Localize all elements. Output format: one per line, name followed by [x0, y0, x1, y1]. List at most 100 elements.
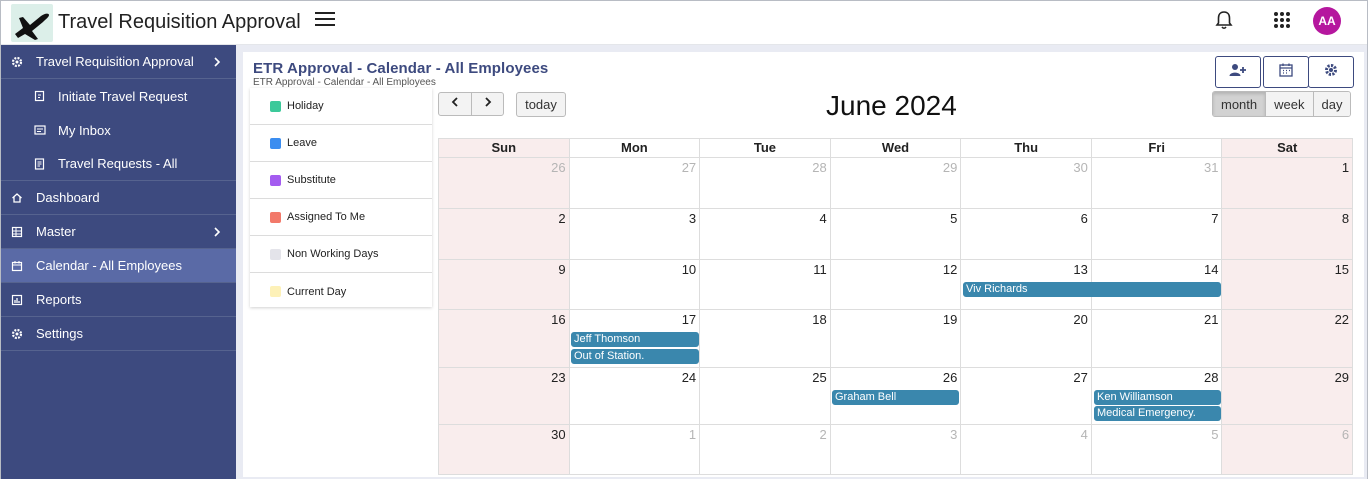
day-cell[interactable]: 4 [961, 425, 1092, 475]
day-cell[interactable]: 20 [961, 310, 1092, 368]
day-number: 28 [812, 160, 827, 175]
home-icon [11, 192, 23, 204]
page-title: ETR Approval - Calendar - All Employees [253, 60, 549, 77]
sidebar-item-travel-requests-all[interactable]: Travel Requests - All [1, 147, 236, 181]
day-cell[interactable]: 29 [830, 158, 962, 209]
sidebar: Travel Requisition Approval Initiate Tra… [1, 45, 236, 479]
day-cell[interactable]: 2 [700, 425, 831, 475]
day-number: 18 [812, 312, 827, 327]
legend-label: Holiday [287, 100, 324, 112]
calendar-event[interactable]: Graham Bell [832, 390, 959, 405]
day-cell[interactable]: 7 [1091, 209, 1223, 260]
week-row: 9 10 11 12 13 14 15 Viv Richards [439, 260, 1354, 310]
settings-button[interactable] [1308, 56, 1354, 88]
day-cell[interactable]: 31 [1091, 158, 1223, 209]
day-cell[interactable]: 19 [830, 310, 962, 368]
day-number: 15 [1334, 262, 1350, 277]
prev-month-button[interactable] [439, 93, 471, 115]
day-cell[interactable]: 1 [569, 425, 701, 475]
day-cell[interactable]: 5 [1091, 425, 1223, 475]
day-cell[interactable]: 16 [439, 310, 570, 368]
day-cell[interactable]: 10 [569, 260, 701, 310]
legend-label: Non Working Days [287, 248, 379, 260]
calendar-view-button[interactable] [1263, 56, 1309, 88]
chart-icon [11, 294, 23, 306]
chevron-left-icon [450, 95, 460, 113]
day-cell[interactable]: 21 [1091, 310, 1223, 368]
day-cell[interactable]: 23 [439, 368, 570, 425]
day-cell[interactable]: 11 [700, 260, 831, 310]
legend-swatch [270, 174, 281, 186]
calendar-event[interactable]: Out of Station. [571, 349, 699, 364]
legend-item-non-working-days: Non Working Days [250, 236, 432, 273]
legend-label: Leave [287, 137, 317, 149]
sidebar-item-settings[interactable]: Settings [1, 317, 236, 351]
day-cell[interactable]: 28 [700, 158, 831, 209]
day-cell[interactable]: 26 [439, 158, 570, 209]
apps-grid-icon[interactable] [1273, 11, 1291, 29]
day-number: 26 [942, 370, 958, 385]
day-cell[interactable]: 6 [1222, 425, 1354, 475]
hamburger-menu-icon[interactable] [315, 12, 335, 30]
day-cell[interactable]: 9 [439, 260, 570, 310]
day-number: 30 [1073, 160, 1088, 175]
calendar-legend: Holiday Leave Substitute Assigned To Me … [250, 88, 432, 307]
weekday-header: Sat [1222, 139, 1354, 158]
day-cell[interactable]: 30 [439, 425, 570, 475]
day-cell[interactable]: 25 [700, 368, 831, 425]
sidebar-item-my-inbox[interactable]: My Inbox [1, 113, 236, 147]
sidebar-item-reports[interactable]: Reports [1, 283, 236, 317]
breadcrumb: ETR Approval - Calendar - All Employees [253, 77, 436, 88]
sidebar-item-label: Travel Requisition Approval [36, 54, 194, 69]
day-cell[interactable]: 12 [830, 260, 962, 310]
calendar-event[interactable]: Viv Richards [963, 282, 1221, 297]
airplane-logo-icon [11, 4, 53, 42]
today-button[interactable]: today [516, 92, 566, 117]
day-cell[interactable]: 3 [830, 425, 962, 475]
day-cell[interactable]: 30 [961, 158, 1092, 209]
main-content: ETR Approval - Calendar - All Employees … [236, 45, 1367, 479]
sidebar-item-calendar-all-employees[interactable]: Calendar - All Employees [1, 249, 236, 283]
day-cell[interactable]: 6 [961, 209, 1092, 260]
edit-doc-icon [34, 90, 46, 102]
day-number: 1 [688, 427, 697, 442]
day-view-button[interactable]: day [1312, 92, 1351, 116]
day-cell[interactable]: 1 [1222, 158, 1354, 209]
notification-bell-icon[interactable] [1213, 9, 1235, 31]
day-number: 6 [1341, 427, 1350, 442]
day-cell[interactable]: 22 [1222, 310, 1354, 368]
day-number: 21 [1204, 312, 1219, 327]
day-cell[interactable]: 18 [700, 310, 831, 368]
day-cell[interactable]: 4 [700, 209, 831, 260]
user-avatar[interactable]: AA [1313, 7, 1341, 35]
day-cell[interactable]: 2 [439, 209, 570, 260]
day-cell[interactable]: 15 [1222, 260, 1354, 310]
legend-swatch [270, 211, 281, 223]
day-number: 5 [1211, 427, 1219, 442]
day-cell[interactable]: 27 [569, 158, 701, 209]
day-cell[interactable]: 3 [569, 209, 701, 260]
calendar-event[interactable]: Ken Williamson [1094, 390, 1221, 405]
add-user-button[interactable] [1215, 56, 1261, 88]
day-cell[interactable]: 27 [961, 368, 1092, 425]
day-cell[interactable]: 8 [1222, 209, 1354, 260]
calendar-event[interactable]: Jeff Thomson [571, 332, 699, 347]
sidebar-item-initiate-travel-request[interactable]: Initiate Travel Request [1, 79, 236, 113]
day-cell[interactable]: 5 [830, 209, 962, 260]
calendar-event[interactable]: Medical Emergency. [1094, 406, 1221, 421]
legend-swatch [270, 286, 281, 297]
next-month-button[interactable] [471, 93, 503, 115]
sidebar-item-label: Dashboard [36, 190, 100, 205]
sidebar-item-master[interactable]: Master [1, 215, 236, 249]
day-number: 23 [551, 370, 566, 385]
day-cell[interactable]: 29 [1222, 368, 1354, 425]
week-view-button[interactable]: week [1265, 92, 1313, 116]
sidebar-item-dashboard[interactable]: Dashboard [1, 181, 236, 215]
day-cell[interactable]: 24 [569, 368, 701, 425]
sidebar-item-travel-requisition-approval[interactable]: Travel Requisition Approval [1, 45, 236, 79]
month-view-button[interactable]: month [1213, 92, 1266, 116]
day-number: 10 [681, 262, 697, 277]
weekday-header-row: Sun Mon Tue Wed Thu Fri Sat [439, 139, 1354, 158]
chevron-right-icon [212, 55, 222, 69]
inbox-icon [34, 124, 46, 136]
